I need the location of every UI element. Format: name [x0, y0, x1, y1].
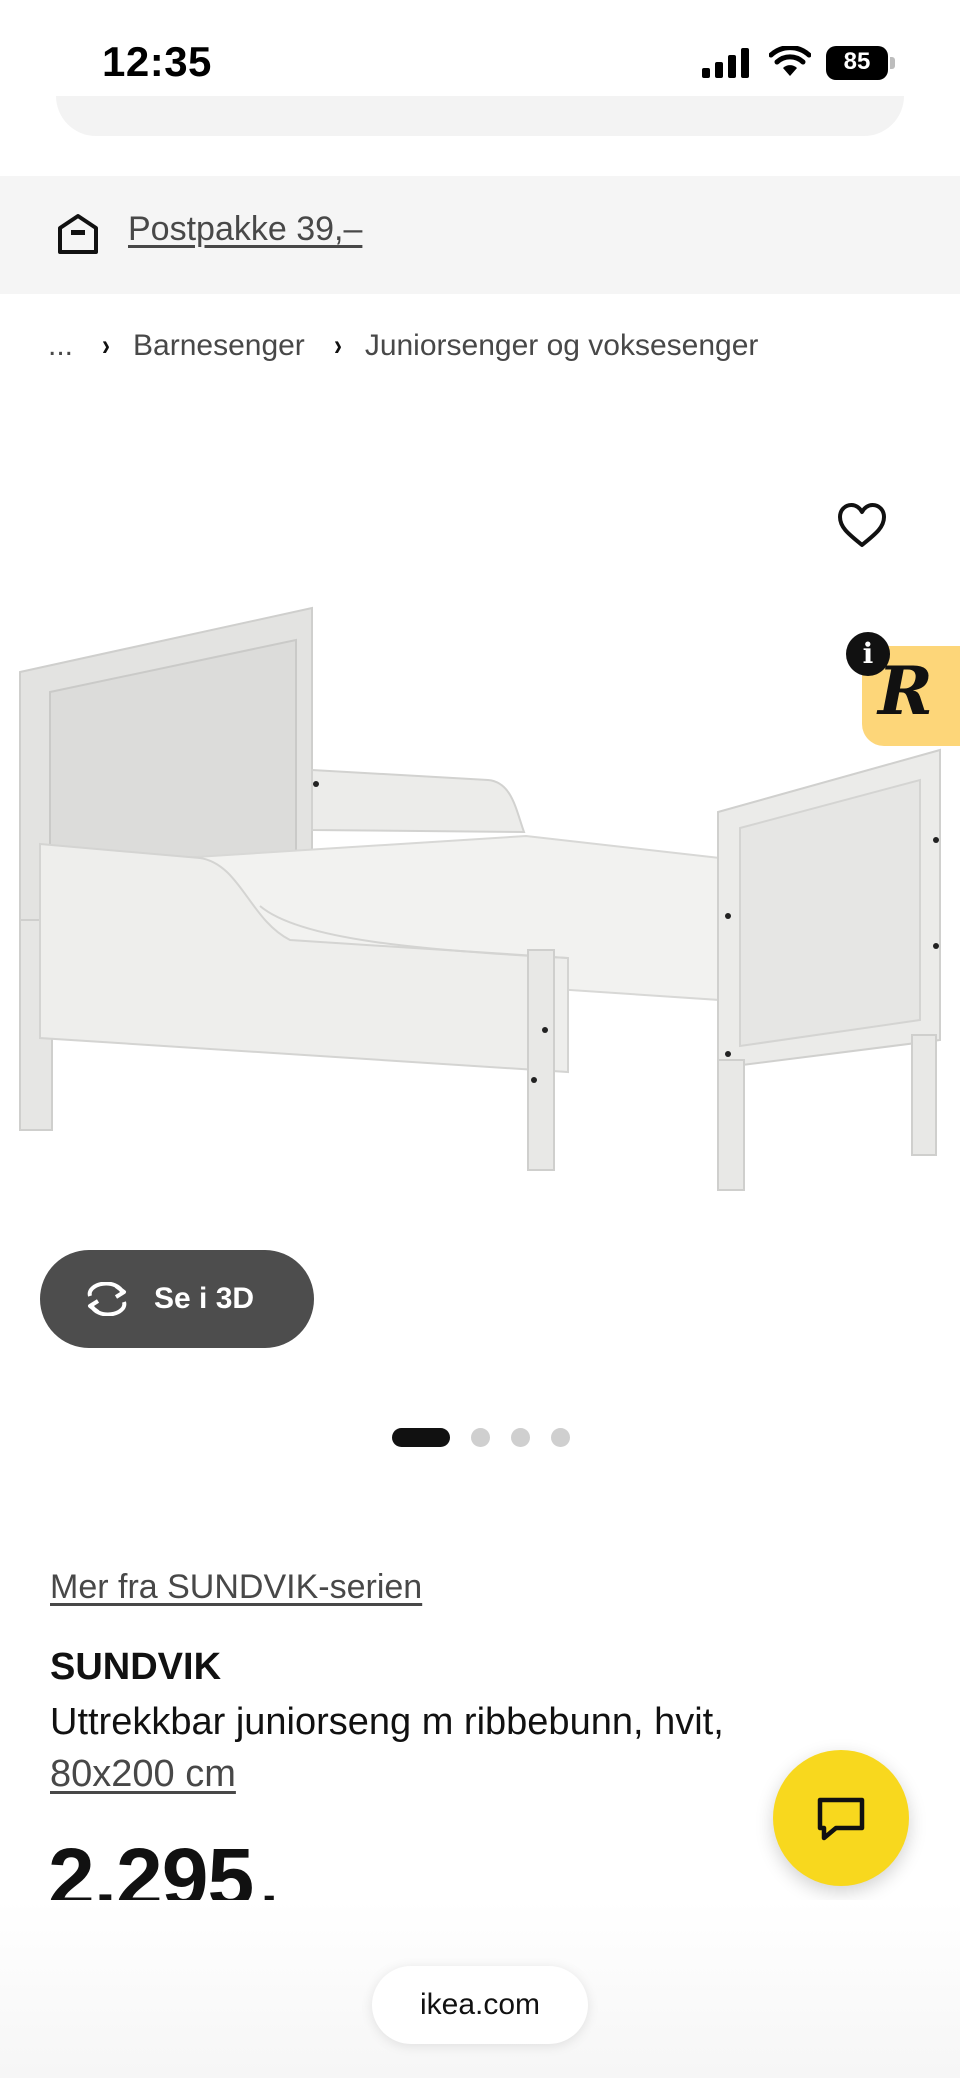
info-icon[interactable]: i [846, 632, 890, 676]
chat-button[interactable] [773, 1750, 909, 1886]
carousel-dots [392, 1427, 591, 1447]
carousel-dot[interactable] [511, 1427, 530, 1447]
status-time: 12:35 [102, 38, 212, 85]
breadcrumb-ellipsis[interactable]: ... [48, 329, 73, 363]
view-3d-button[interactable]: Se i 3D [40, 1250, 314, 1348]
product-size-link[interactable]: 80x200 cm [50, 1748, 236, 1800]
signal-icon [702, 48, 749, 78]
product-image[interactable] [0, 480, 960, 1240]
battery-icon: 85 [826, 46, 895, 80]
browser-toolbar-edge [56, 96, 904, 136]
breadcrumb-item-barnesenger[interactable]: Barnesenger [133, 329, 305, 363]
package-icon [58, 214, 98, 254]
rotate-3d-icon [87, 1282, 127, 1316]
chat-icon [817, 1797, 865, 1841]
url-bar[interactable]: ikea.com [372, 1966, 588, 2044]
delivery-link[interactable]: Postpakke 39,– [128, 210, 362, 249]
wifi-icon [769, 46, 811, 76]
heart-icon[interactable] [836, 500, 888, 552]
series-link[interactable]: Mer fra SUNDVIK-serien [50, 1568, 422, 1607]
battery-level: 85 [843, 48, 871, 75]
breadcrumb: ... › Barnesenger › Juniorsenger og voks… [48, 326, 758, 366]
breadcrumb-separator: › [333, 329, 342, 362]
carousel-dot[interactable] [471, 1427, 490, 1447]
product-description: Uttrekkbar juniorseng m ribbebunn, hvit, [50, 1701, 724, 1743]
carousel-dot-active[interactable] [392, 1427, 450, 1447]
breadcrumb-item-juniorsenger[interactable]: Juniorsenger og voksesenger [365, 329, 759, 363]
view-3d-label: Se i 3D [154, 1282, 255, 1315]
delivery-bar[interactable]: Postpakke 39,– [0, 176, 960, 294]
product-name: SUNDVIK [50, 1646, 222, 1688]
breadcrumb-separator: › [102, 329, 111, 362]
carousel-dot[interactable] [551, 1427, 570, 1447]
